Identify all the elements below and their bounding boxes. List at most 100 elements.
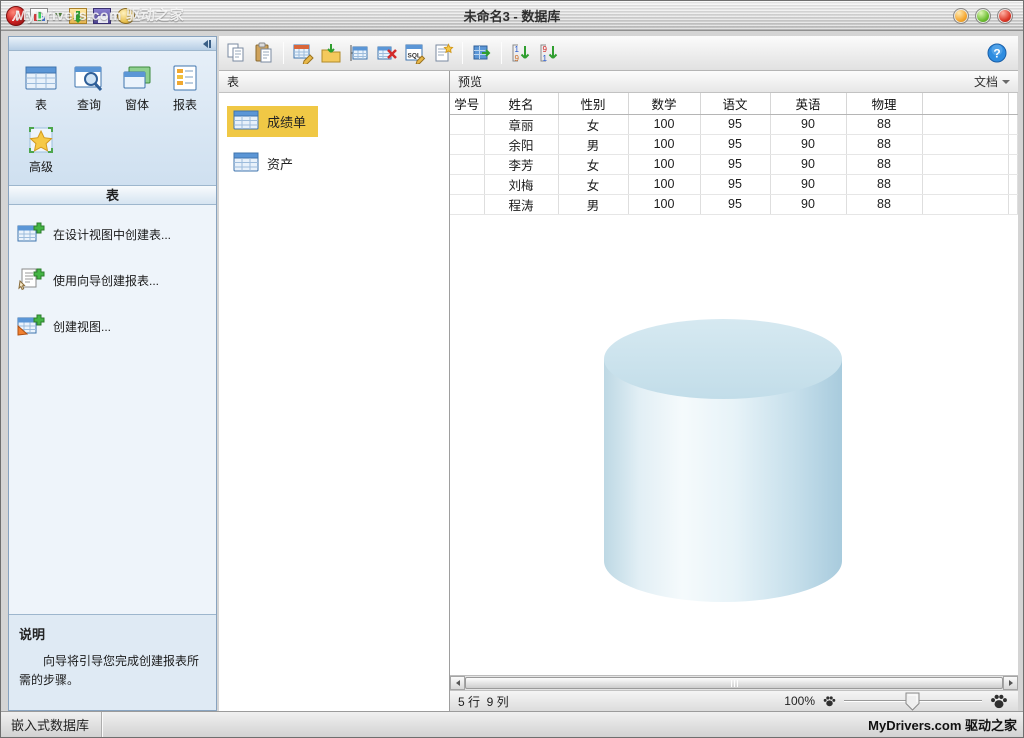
action-create-report-wizard[interactable]: 使用向导创建报表... [17, 267, 208, 294]
copy-icon[interactable] [223, 40, 249, 66]
table-cell: 100 [628, 134, 700, 154]
table-cell: 88 [846, 114, 922, 134]
svg-text:9: 9 [543, 45, 548, 54]
table-actions: 在设计视图中创建表... 使用向导创建报表... 创建视图... [9, 205, 216, 614]
transfer-table-icon[interactable] [469, 40, 495, 66]
document-menu[interactable]: 文档 [974, 73, 1010, 90]
advanced-icon [23, 125, 59, 155]
report-new-icon[interactable] [430, 40, 456, 66]
rows-cols-count: 5 行 9 列 [458, 693, 509, 710]
column-header[interactable]: 英语 [770, 93, 846, 114]
table-row[interactable]: 章丽女100959088 [450, 114, 1018, 134]
table-design-icon[interactable] [290, 40, 316, 66]
navigation-pane: 表查询窗体报表高级 表 在设计视图中创建表...使用向导创建报表...创建视图.… [8, 36, 217, 711]
sidebar-category-table[interactable]: 表 [17, 63, 65, 113]
svg-text:1: 1 [543, 54, 548, 63]
table-cell: 88 [846, 174, 922, 194]
column-header[interactable] [922, 93, 1008, 114]
report-icon [167, 63, 203, 93]
column-header[interactable]: 性别 [558, 93, 628, 114]
zoom-level: 100% [784, 694, 815, 708]
column-header[interactable]: 姓名 [484, 93, 558, 114]
scroll-right-icon[interactable] [1003, 676, 1018, 690]
sidebar-category-report[interactable]: 报表 [161, 63, 209, 113]
scroll-left-icon[interactable] [450, 676, 465, 690]
minimize-button[interactable] [953, 8, 969, 24]
query-icon [71, 63, 107, 93]
cylinder-shape [603, 318, 843, 602]
zoom-slider[interactable] [844, 692, 982, 710]
new-database-icon[interactable] [30, 8, 48, 24]
column-header[interactable] [1008, 93, 1018, 114]
chevron-down-icon [1002, 80, 1010, 84]
table-cell [1008, 174, 1018, 194]
toolbar-separator [462, 42, 463, 64]
table-cell: 女 [558, 154, 628, 174]
sort-ascending-icon[interactable]: 19 [508, 40, 534, 66]
table-cell: 95 [700, 154, 770, 174]
sidebar-category-query[interactable]: 查询 [65, 63, 113, 113]
form-icon [119, 63, 155, 93]
help-panel: 说明 向导将引导您完成创建报表所需的步骤。 [9, 614, 216, 710]
table-cell: 李芳 [484, 154, 558, 174]
scrollbar-thumb[interactable] [465, 677, 1003, 689]
list-item-label: 成绩单 [267, 112, 306, 131]
save-icon[interactable] [93, 8, 111, 24]
insert-table-icon[interactable] [346, 40, 372, 66]
table-cell [450, 134, 484, 154]
column-header[interactable]: 物理 [846, 93, 922, 114]
table-cell: 男 [558, 134, 628, 154]
window-title: 未命名3 - 数据库 [1, 6, 1023, 25]
close-button[interactable] [997, 8, 1013, 24]
sort-descending-icon[interactable]: 91 [536, 40, 562, 66]
maximize-button[interactable] [975, 8, 991, 24]
table-cell: 男 [558, 194, 628, 214]
sidebar-category-advanced[interactable]: 高级 [17, 125, 65, 175]
table-cell [922, 154, 1008, 174]
table-cell: 程涛 [484, 194, 558, 214]
table-cell [450, 114, 484, 134]
list-item[interactable]: 资产 [227, 148, 305, 179]
toolbar-separator [283, 42, 284, 64]
sql-edit-icon[interactable]: SQL [402, 40, 428, 66]
table-row[interactable]: 余阳男100959088 [450, 134, 1018, 154]
column-header[interactable]: 数学 [628, 93, 700, 114]
table-row[interactable]: 程涛男100959088 [450, 194, 1018, 214]
svg-text:?: ? [993, 47, 1000, 61]
tool-icon[interactable] [117, 8, 135, 24]
app-logo-icon[interactable] [6, 6, 26, 26]
category-label: 报表 [173, 96, 197, 113]
delete-table-icon[interactable] [374, 40, 400, 66]
open-icon[interactable] [69, 8, 87, 24]
collapse-pane-bar[interactable] [209, 40, 211, 48]
horizontal-scrollbar[interactable] [450, 675, 1018, 690]
help-icon[interactable]: ? [984, 40, 1010, 66]
table-cell: 90 [770, 134, 846, 154]
column-header[interactable]: 学号 [450, 93, 484, 114]
column-header[interactable]: 语文 [700, 93, 770, 114]
table-cell: 90 [770, 194, 846, 214]
preview-header: 预览 文档 [450, 71, 1018, 93]
preview-data-table: 学号姓名性别数学语文英语物理章丽女100959088余阳男100959088李芳… [450, 93, 1018, 215]
table-cell [450, 154, 484, 174]
new-dropdown-caret-icon[interactable] [55, 13, 63, 18]
list-item[interactable]: 成绩单 [227, 106, 318, 137]
table-cell: 95 [700, 174, 770, 194]
object-categories: 表查询窗体报表高级 [9, 51, 216, 185]
table-cell [1008, 134, 1018, 154]
action-create-view[interactable]: 创建视图... [17, 313, 208, 340]
object-list-title: 表 [227, 73, 239, 90]
paste-icon[interactable] [251, 40, 277, 66]
action-create-table-design[interactable]: 在设计视图中创建表... [17, 221, 208, 248]
section-header: 表 [9, 185, 216, 205]
table-cell: 95 [700, 134, 770, 154]
collapse-pane-icon[interactable] [203, 40, 208, 48]
table-row[interactable]: 李芳女100959088 [450, 154, 1018, 174]
titlebar[interactable]: 未命名3 - 数据库 MyDrivers.com 驱动之家 [1, 1, 1023, 31]
export-table-icon[interactable] [318, 40, 344, 66]
sidebar-category-form[interactable]: 窗体 [113, 63, 161, 113]
zoom-slider-thumb[interactable] [905, 692, 920, 711]
table-row[interactable]: 刘梅女100959088 [450, 174, 1018, 194]
table-cell: 章丽 [484, 114, 558, 134]
table-cell [922, 114, 1008, 134]
